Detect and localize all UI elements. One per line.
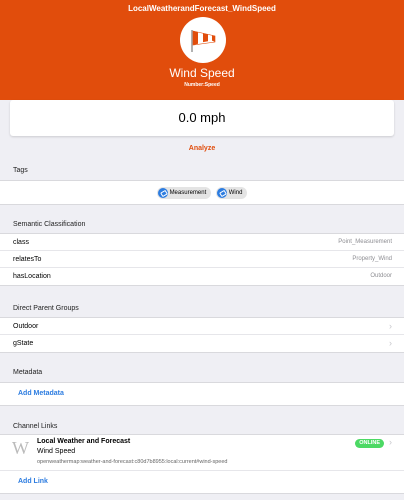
group-item-outdoor[interactable]: Outdoor › xyxy=(0,318,404,335)
semantic-section-title: Semantic Classification xyxy=(13,221,86,228)
tag-icon xyxy=(157,188,168,198)
channel-thing-icon: W xyxy=(12,438,29,458)
group-item-gstate[interactable]: gState › xyxy=(0,335,404,352)
channel-label: Wind Speed xyxy=(37,448,76,455)
channel-links-list: W Local Weather and Forecast Wind Speed … xyxy=(0,434,404,494)
semantic-row-class: class Point_Measurement xyxy=(0,234,404,251)
item-title: LocalWeatherandForecast_WindSpeed xyxy=(128,4,276,13)
tag-icon xyxy=(216,188,227,198)
channel-uid: openweathermap:weather-and-forecast:c80d… xyxy=(37,459,228,465)
tags-section-title: Tags xyxy=(13,167,28,174)
item-type: Number:Speed xyxy=(184,82,220,88)
item-state-value: 0.0 mph xyxy=(178,110,226,125)
semantic-list: class Point_Measurement relatesTo Proper… xyxy=(0,233,404,286)
item-header: LocalWeatherandForecast_WindSpeed Wind S… xyxy=(0,0,404,100)
analyze-button[interactable]: Analyze xyxy=(0,145,404,152)
status-badge: ONLINE xyxy=(355,439,384,448)
tag-chip-measurement: Measurement xyxy=(156,187,212,199)
semantic-row-relatesto: relatesTo Property_Wind xyxy=(0,251,404,268)
metadata-section-title: Metadata xyxy=(13,369,43,376)
windsock-icon xyxy=(191,30,216,52)
chevron-right-icon: › xyxy=(389,338,392,348)
item-state-card: 0.0 mph xyxy=(10,100,394,136)
chevron-right-icon: › xyxy=(389,321,392,331)
item-label: Wind Speed xyxy=(169,66,235,80)
groups-list: Outdoor › gState › xyxy=(0,317,404,353)
add-metadata-button[interactable]: Add Metadata xyxy=(0,383,404,405)
tag-chip-wind: Wind xyxy=(215,187,248,199)
semantic-row-haslocation: hasLocation Outdoor xyxy=(13,273,392,280)
channels-section-title: Channel Links xyxy=(13,423,58,430)
metadata-block: Add Metadata xyxy=(0,382,404,406)
tags-block: Measurement Wind xyxy=(0,180,404,205)
channel-link-item[interactable]: W Local Weather and Forecast Wind Speed … xyxy=(0,435,404,471)
channel-thing-label: Local Weather and Forecast xyxy=(37,438,131,445)
chevron-right-icon: › xyxy=(389,437,392,447)
add-link-button[interactable]: Add Link xyxy=(0,471,404,493)
item-icon-circle xyxy=(180,17,226,63)
groups-section-title: Direct Parent Groups xyxy=(13,305,79,312)
